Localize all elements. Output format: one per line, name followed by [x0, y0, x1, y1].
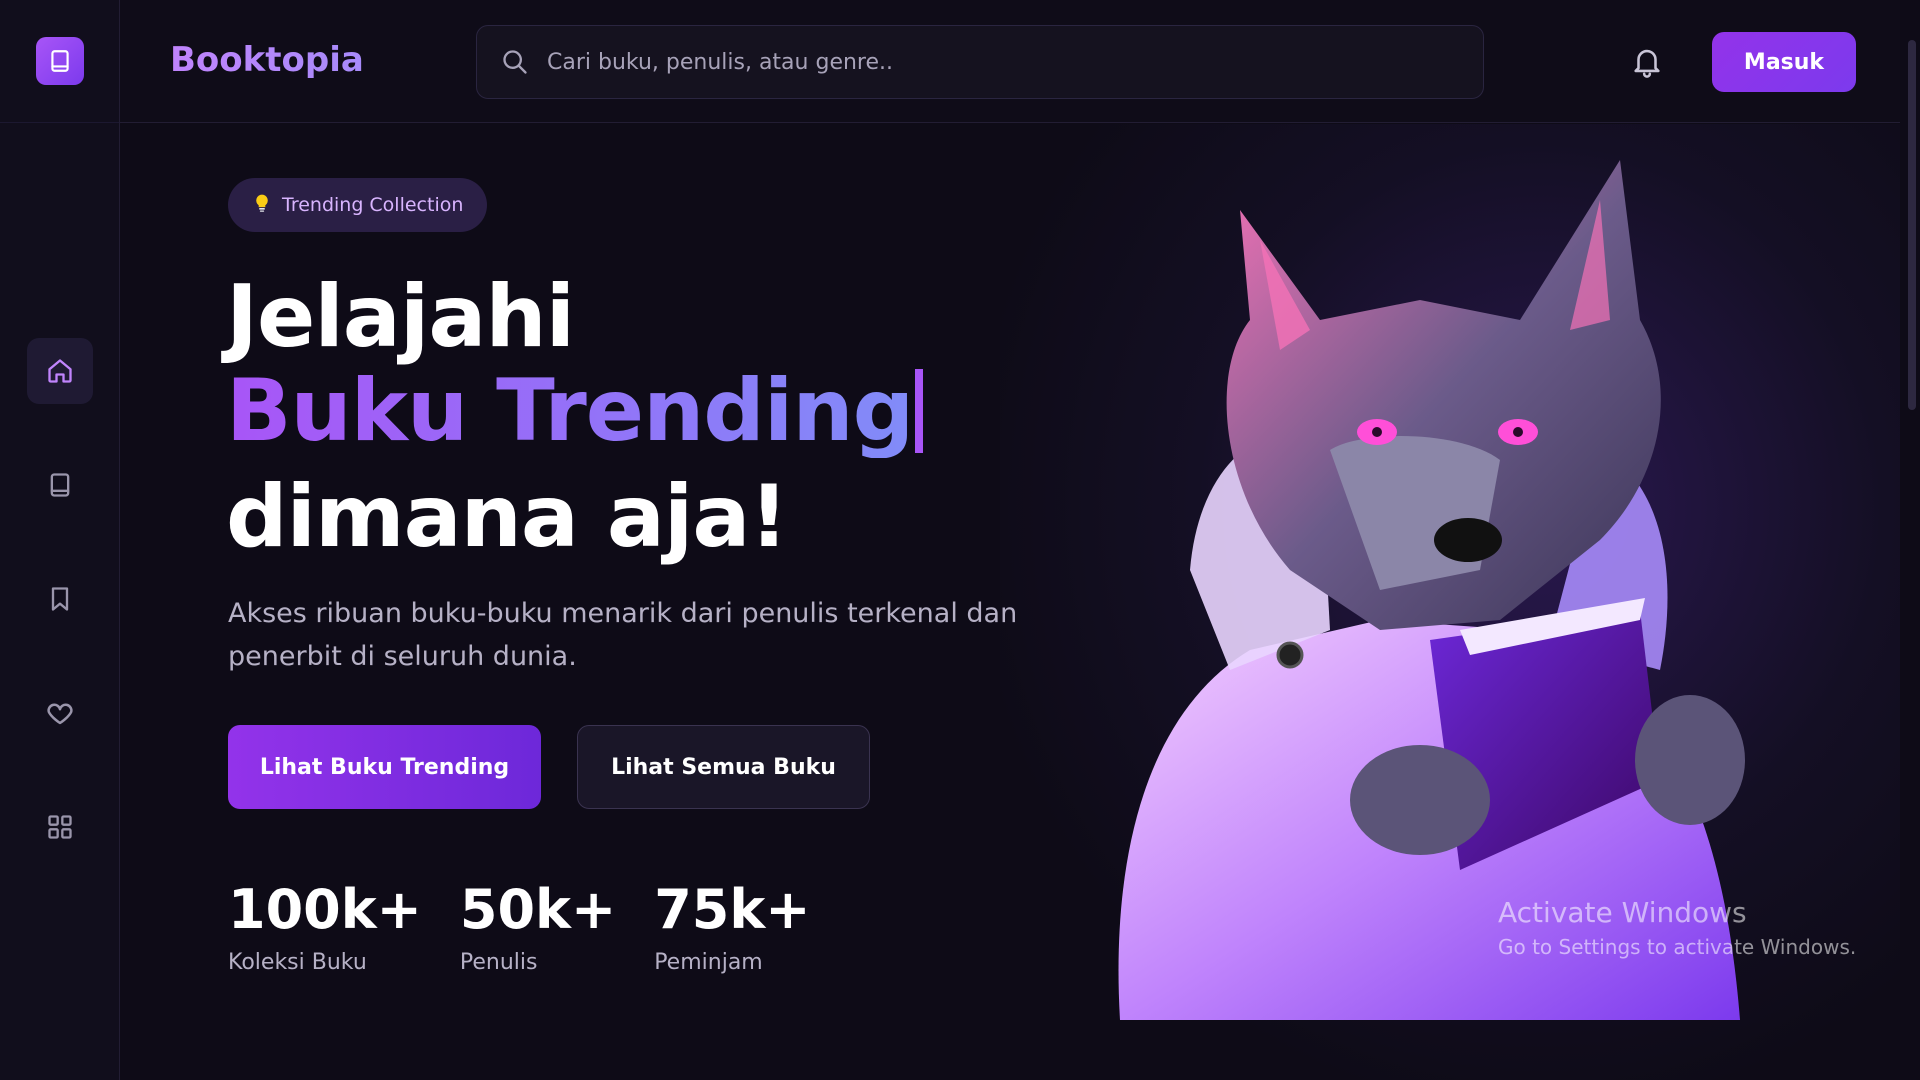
- hero-description: Akses ribuan buku-buku menarik dari penu…: [228, 598, 1018, 672]
- stat-item: 100k+ Koleksi Buku: [228, 878, 422, 976]
- stat-label: Peminjam: [654, 950, 763, 975]
- bookmark-icon: [51, 587, 69, 611]
- page-scrollbar[interactable]: [1900, 0, 1920, 1080]
- search-icon: [503, 50, 527, 74]
- sidebar-item-categories[interactable]: [27, 794, 93, 860]
- stat-label: Penulis: [459, 950, 538, 975]
- search-input[interactable]: [547, 49, 1447, 75]
- search-bar[interactable]: [476, 25, 1484, 99]
- scrollbar-thumb[interactable]: [1908, 40, 1916, 410]
- sidebar-nav: [0, 338, 120, 908]
- book-icon: [50, 473, 70, 497]
- brand-name[interactable]: Booktopia: [170, 40, 364, 80]
- logo-area: [0, 0, 119, 123]
- heading-line-2: Buku Trending: [226, 361, 914, 461]
- notification-bell-icon[interactable]: [1630, 44, 1664, 78]
- stat-item: 50k+ Penulis: [459, 878, 617, 976]
- wolf-reading-illustration: [1080, 150, 1780, 1020]
- grid-icon: [48, 815, 72, 839]
- book-logo-icon[interactable]: [35, 37, 84, 85]
- sidebar-item-bookmarks[interactable]: [27, 566, 93, 632]
- stat-label: Koleksi Buku: [228, 950, 367, 975]
- stats-row: 100k+ Koleksi Buku 50k+ Penulis 75k+ Pem…: [228, 878, 811, 976]
- view-trending-button[interactable]: Lihat Buku Trending: [228, 725, 541, 809]
- home-icon: [48, 359, 72, 383]
- sidebar: [0, 0, 120, 1080]
- sidebar-item-favorites[interactable]: [27, 680, 93, 746]
- hero-heading: Jelajahi Buku Trending dimana aja!: [226, 267, 924, 567]
- typing-caret: [915, 369, 924, 453]
- view-all-books-button[interactable]: Lihat Semua Buku: [577, 725, 870, 809]
- watermark-subtitle: Go to Settings to activate Windows.: [1498, 935, 1857, 959]
- sidebar-item-books[interactable]: [27, 452, 93, 518]
- stat-value: 50k+: [459, 878, 617, 941]
- stat-value: 100k+: [228, 878, 422, 941]
- lightbulb-icon: [252, 192, 272, 219]
- login-button[interactable]: Masuk: [1712, 32, 1856, 92]
- stat-value: 75k+: [654, 878, 811, 941]
- sidebar-item-home[interactable]: [27, 338, 93, 404]
- windows-activation-watermark: Activate Windows Go to Settings to activ…: [1498, 896, 1856, 959]
- top-header: Booktopia Masuk: [120, 0, 1900, 123]
- heart-icon: [47, 703, 73, 725]
- heading-line-3: dimana aja!: [226, 467, 789, 567]
- watermark-title: Activate Windows: [1498, 896, 1747, 929]
- trending-badge: Trending Collection: [228, 178, 488, 232]
- badge-label: Trending Collection: [282, 194, 464, 216]
- stat-item: 75k+ Peminjam: [654, 878, 811, 976]
- heading-line-1: Jelajahi: [226, 267, 575, 367]
